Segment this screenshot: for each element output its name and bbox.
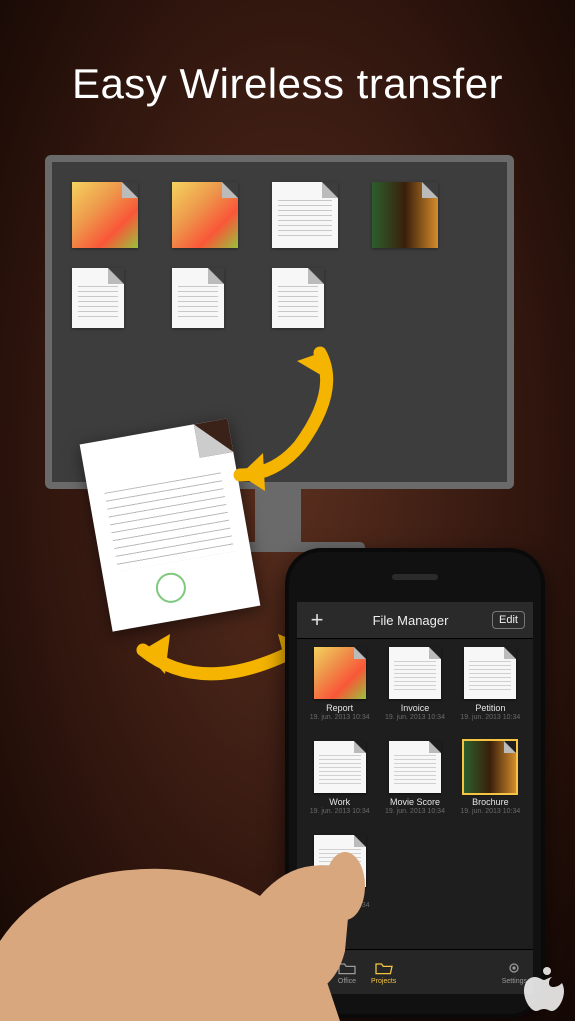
edit-button[interactable]: Edit — [492, 611, 525, 629]
file-item[interactable]: Invoice19. jun. 2013 10:34 — [380, 647, 449, 735]
app-navbar: + File Manager Edit — [297, 602, 533, 639]
file-name: Petition — [475, 703, 505, 713]
file-name: Brochure — [472, 797, 509, 807]
add-button[interactable]: + — [305, 607, 329, 633]
file-thumb — [314, 741, 366, 793]
desktop-thumb — [172, 268, 224, 328]
app-title: File Manager — [373, 613, 449, 628]
file-date: 19. jun. 2013 10:34 — [385, 714, 445, 721]
file-name: Work — [329, 797, 350, 807]
desktop-thumb — [272, 182, 338, 248]
file-name: Contract — [323, 891, 357, 901]
phone-speaker — [392, 574, 438, 580]
home-icon — [303, 963, 323, 979]
file-name: Report — [326, 703, 353, 713]
file-date: 19. jun. 2013 10:34 — [310, 714, 370, 721]
phone-device: + File Manager Edit Report19. jun. 2013 … — [285, 548, 545, 1018]
phone-screen: + File Manager Edit Report19. jun. 2013 … — [297, 602, 533, 994]
tab-label: Office — [338, 978, 356, 985]
file-date: 19. jun. 2013 10:34 — [385, 808, 445, 815]
file-thumb — [389, 741, 441, 793]
file-name: Invoice — [401, 703, 430, 713]
desktop-thumb — [372, 182, 438, 248]
file-item[interactable]: Work19. jun. 2013 10:34 — [305, 741, 374, 829]
tab-label: Projects — [371, 978, 396, 985]
file-date: 19. jun. 2013 10:34 — [310, 902, 370, 909]
tab-bar: Office Projects Settings — [297, 949, 533, 994]
file-item[interactable]: Brochure19. jun. 2013 10:34 — [456, 741, 525, 829]
file-item[interactable]: Report19. jun. 2013 10:34 — [305, 647, 374, 735]
file-date: 19. jun. 2013 10:34 — [310, 808, 370, 815]
file-thumb — [389, 647, 441, 699]
desktop-thumb — [72, 182, 138, 248]
desktop-thumb — [272, 268, 324, 328]
tab-projects[interactable]: Projects — [371, 960, 396, 985]
tab-home[interactable] — [303, 963, 323, 981]
file-thumb — [314, 647, 366, 699]
file-date: 19. jun. 2013 10:34 — [460, 714, 520, 721]
desktop-thumb — [72, 268, 124, 328]
folder-icon — [337, 960, 357, 976]
file-grid: Report19. jun. 2013 10:34Invoice19. jun.… — [297, 639, 533, 949]
desktop-thumb — [172, 182, 238, 248]
file-item[interactable]: Petition19. jun. 2013 10:34 — [456, 647, 525, 735]
file-date: 19. jun. 2013 10:34 — [460, 808, 520, 815]
tab-office[interactable]: Office — [337, 960, 357, 985]
folder-open-icon — [374, 960, 394, 976]
file-item[interactable]: Movie Score19. jun. 2013 10:34 — [380, 741, 449, 829]
headline: Easy Wireless transfer — [0, 60, 575, 108]
file-thumb — [464, 741, 516, 793]
file-thumb — [464, 647, 516, 699]
file-item[interactable]: Contract19. jun. 2013 10:34 — [305, 835, 374, 923]
file-thumb — [314, 835, 366, 887]
file-name: Movie Score — [390, 797, 440, 807]
watermark-logo — [519, 965, 569, 1015]
desktop-file-grid — [72, 182, 442, 328]
